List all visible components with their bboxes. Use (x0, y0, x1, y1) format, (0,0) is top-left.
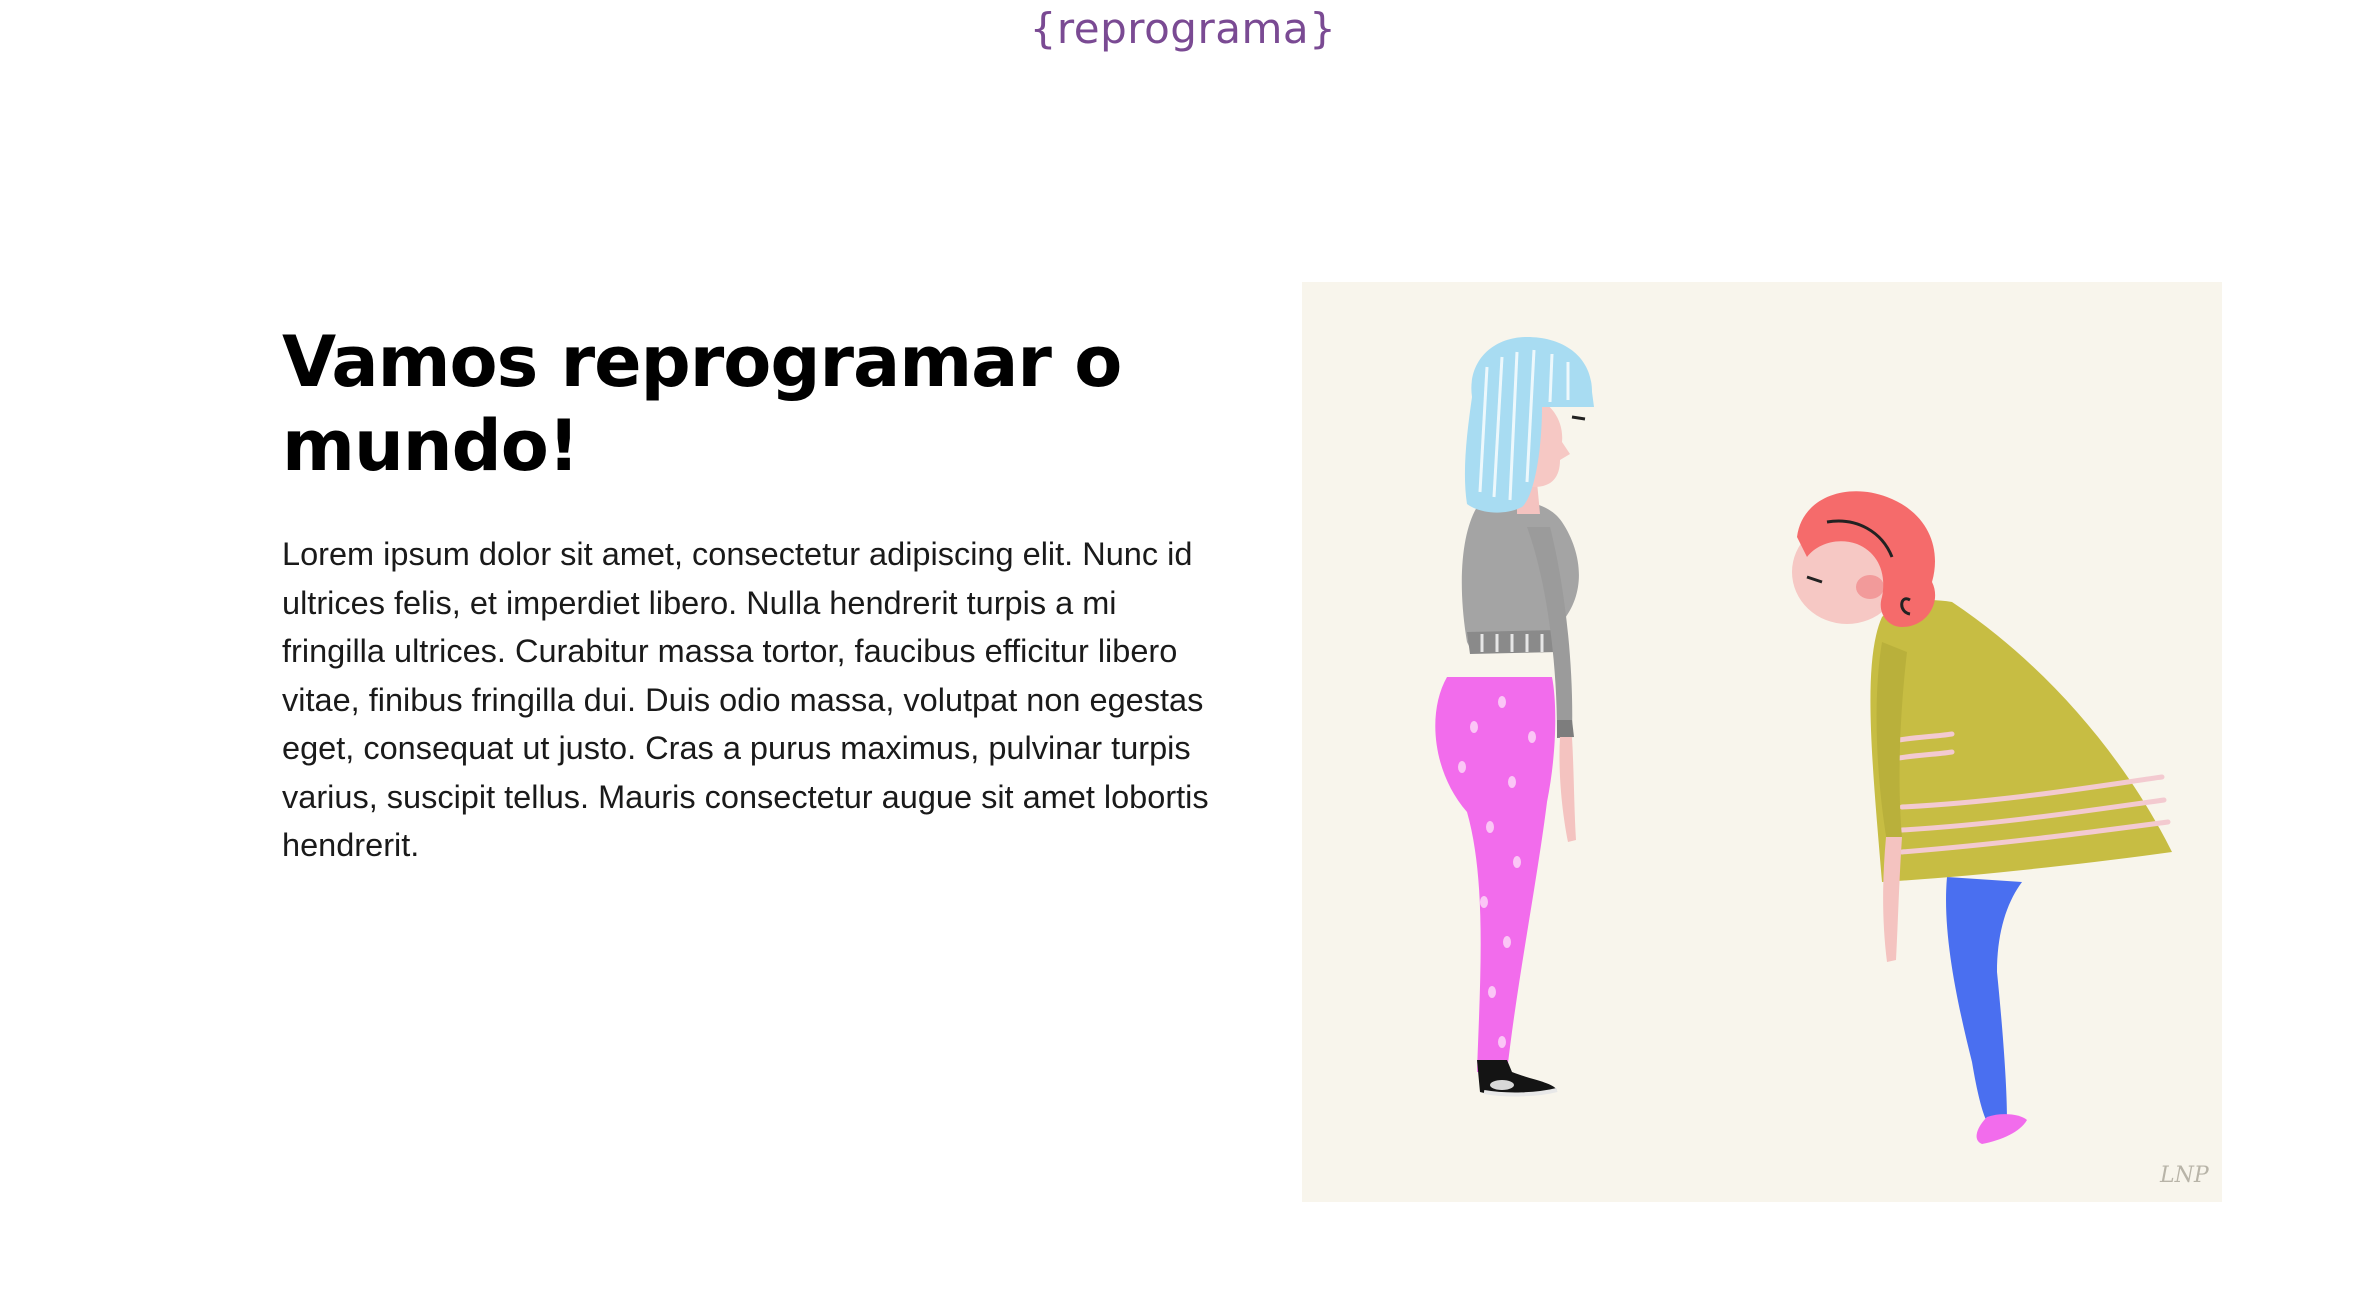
illustration-two-women: LNP (1435, 337, 2210, 1188)
hero-heading: Vamos reprogramar o mundo! (282, 321, 1122, 487)
hero-illustration: LNP (1302, 282, 2222, 1202)
standing-woman-figure (1435, 337, 1594, 1097)
illustration-signature: LNP (2159, 1163, 2210, 1188)
bending-woman-figure (1792, 491, 2172, 1144)
brand-logo[interactable]: {reprograma} (0, 4, 2366, 53)
hero-description: Lorem ipsum dolor sit amet, consectetur … (282, 536, 1209, 863)
